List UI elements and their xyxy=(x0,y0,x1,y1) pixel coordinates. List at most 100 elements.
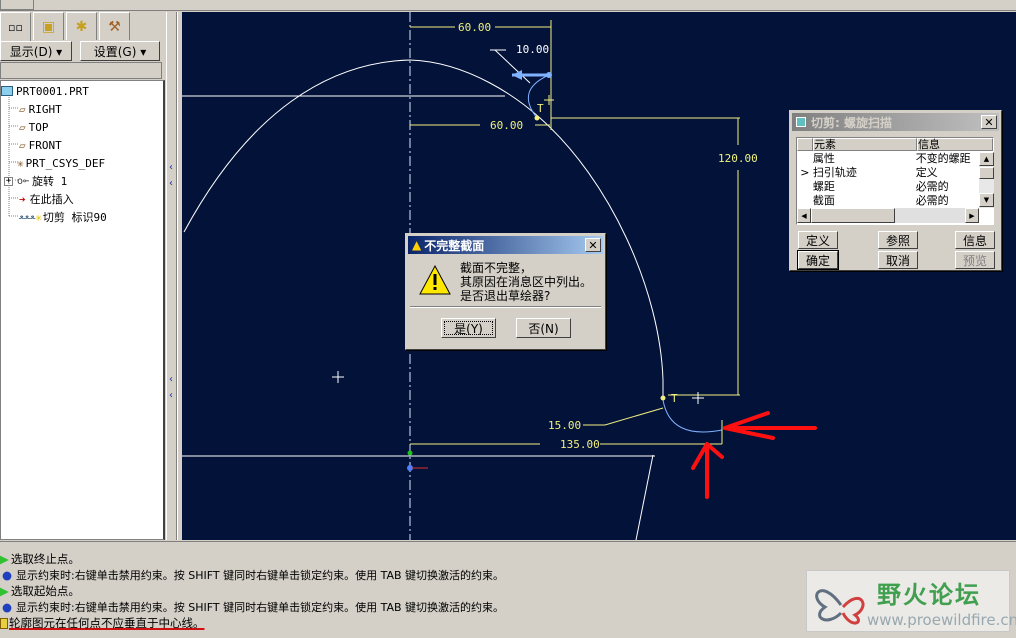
no-button[interactable]: 否(N) xyxy=(516,318,571,338)
helical-cut-icon: ﻌﻌﻌ xyxy=(19,212,36,222)
dim-60[interactable]: 60.00 xyxy=(490,119,523,132)
feature-icon xyxy=(796,117,806,127)
tools-icon: ⚒ xyxy=(108,18,121,35)
tab-tools[interactable]: ⚒ xyxy=(99,12,130,40)
element-row[interactable]: > 扫引轨迹 定义 xyxy=(797,166,977,180)
tree-item-top[interactable]: ▱ TOP xyxy=(19,118,49,136)
tree-item-label: PRT0001.PRT xyxy=(16,84,89,98)
butterfly-logo-icon xyxy=(815,589,865,625)
red-annotation-arrows xyxy=(691,411,817,499)
define-button[interactable]: 定义 xyxy=(798,231,838,249)
element-row[interactable]: 属性 不变的螺距 xyxy=(797,152,977,166)
current-marker xyxy=(797,194,813,208)
watermark-logo: 野火论坛 www.proewildfire.cn xyxy=(806,570,1016,632)
prompt-arrow-icon: ▶ xyxy=(0,552,9,566)
column-header-info[interactable]: 信息 xyxy=(917,138,993,151)
tree-item-right[interactable]: ▱ RIGHT xyxy=(19,100,62,118)
yes-button[interactable]: 是(Y) xyxy=(441,318,496,338)
dim-135[interactable]: 135.00 xyxy=(560,438,600,451)
tab-model-tree[interactable]: ▫▫ xyxy=(0,12,31,42)
tree-item-label: 切剪 标识90 xyxy=(42,211,107,224)
watermark-url: www.proewildfire.cn xyxy=(867,611,1016,629)
panel-splitter[interactable]: ‹ ‹ ‹ ‹ xyxy=(166,12,182,540)
show-menu-button[interactable]: 显示(D) ▾ xyxy=(0,41,72,61)
settings-menu-button[interactable]: 设置(G) ▾ xyxy=(80,41,160,61)
tree-column-header xyxy=(0,62,162,79)
column-header-element[interactable]: 元素 xyxy=(813,138,917,151)
collapse-arrow-icon[interactable]: ‹ xyxy=(169,390,173,401)
helical-sweep-dialog: 切剪: 螺旋扫描 ✕ 元素 信息 属性 不变的螺距 > 扫引轨迹 定义 螺距 必需的 截面 必需… xyxy=(789,110,1002,271)
message-line: ● 显示约束时:右键单击禁用约束。按 SHIFT 键同时右键单击锁定约束。使用 T… xyxy=(0,567,504,583)
collapse-arrow-icon[interactable]: ‹ xyxy=(169,178,173,189)
dialog-title: 切剪: 螺旋扫描 xyxy=(811,115,892,130)
tree-item-csys[interactable]: ✳ PRT_CSYS_DEF xyxy=(17,154,105,172)
tab-favorites[interactable]: ✱ xyxy=(66,12,97,40)
incomplete-section-dialog: ▲ 不完整截面 ✕ 截面不完整， 其原因在消息区中列出。 是否退出草绘器? 是(Y… xyxy=(405,233,606,350)
warning-icon xyxy=(419,264,451,295)
datum-plane-icon: ▱ xyxy=(19,120,26,134)
collapse-arrow-icon[interactable]: ‹ xyxy=(169,374,173,385)
element-info: 不变的螺距 xyxy=(915,152,971,165)
close-button[interactable]: ✕ xyxy=(585,238,601,252)
message-text: 显示约束时:右键单击禁用约束。按 SHIFT 键同时右键单击锁定约束。使用 TA… xyxy=(16,569,505,582)
cancel-button[interactable]: 取消 xyxy=(878,251,918,269)
tree-item-label: FRONT xyxy=(28,138,62,152)
arrow-head xyxy=(512,70,522,80)
message-line: 轮廓图元在任何点不应垂直于中心线。 xyxy=(0,615,205,631)
tree-item-part[interactable]: PRT0001.PRT xyxy=(1,82,89,100)
element-name: 属性 xyxy=(812,152,835,165)
dim-15[interactable]: 15.00 xyxy=(548,419,581,432)
message-line: ● 显示约束时:右键单击禁用约束。按 SHIFT 键同时右键单击锁定约束。使用 T… xyxy=(0,599,504,615)
element-row[interactable]: 截面 必需的 xyxy=(797,194,977,208)
info-dot-icon: ● xyxy=(2,600,13,614)
references-button[interactable]: 参照 xyxy=(878,231,918,249)
csys-icon: ✳ xyxy=(17,156,24,170)
preview-button[interactable]: 预览 xyxy=(955,251,995,269)
element-info: 必需的 xyxy=(915,180,949,193)
warning-icon: ▲ xyxy=(412,238,422,252)
tangent-mark: T xyxy=(671,392,678,405)
dialog-titlebar: ▲ 不完整截面 xyxy=(408,236,603,254)
info-button[interactable]: 信息 xyxy=(955,231,995,249)
tab-layers[interactable]: ▣ xyxy=(33,12,64,40)
current-marker xyxy=(797,152,813,166)
element-info: 定义 xyxy=(915,166,938,179)
message-line: 截面不完整， xyxy=(460,261,533,275)
message-text: 显示约束时:右键单击禁用约束。按 SHIFT 键同时右键单击锁定约束。使用 TA… xyxy=(16,601,505,614)
vertical-scrollbar[interactable]: ▲ ▼ xyxy=(979,152,994,208)
elements-table: 元素 信息 属性 不变的螺距 > 扫引轨迹 定义 螺距 必需的 截面 必需的 ▲ ▼ ◀ ▶ xyxy=(796,137,994,225)
element-row[interactable]: 螺距 必需的 xyxy=(797,180,977,194)
tree-item-front[interactable]: ▱ FRONT xyxy=(19,136,62,154)
dialog-titlebar: 切剪: 螺旋扫描 xyxy=(792,113,999,131)
vertex-point[interactable] xyxy=(660,395,666,401)
folder-star-icon: ✱ xyxy=(75,18,88,35)
close-button[interactable]: ✕ xyxy=(981,115,997,129)
tree-item-label: RIGHT xyxy=(28,102,62,116)
dim-60-top[interactable]: 60.00 xyxy=(458,21,491,34)
tree-item-helical-cut[interactable]: ﻌﻌﻌ ✳ 切剪 标识90 xyxy=(19,208,107,226)
message-text: 轮廓图元在任何点不应垂直于中心线。 xyxy=(9,616,205,630)
top-strip xyxy=(0,0,1016,11)
message-text: 选取起始点。 xyxy=(10,584,80,598)
message-line: ▶ 选取起始点。 xyxy=(0,583,80,599)
dim-10[interactable]: 10.00 xyxy=(516,43,549,56)
message-text: 选取终止点。 xyxy=(10,552,80,566)
ok-button[interactable]: 确定 xyxy=(797,250,839,270)
top-tab[interactable] xyxy=(0,0,34,10)
layers-icon: ▣ xyxy=(41,18,56,35)
prompt-arrow-icon: ▶ xyxy=(0,584,9,598)
model-tree-icon: ▫▫ xyxy=(8,21,23,34)
dialog-title: 不完整截面 xyxy=(424,238,485,253)
part-icon xyxy=(1,86,13,96)
profile-line[interactable] xyxy=(635,454,654,540)
collapse-arrow-icon[interactable]: ‹ xyxy=(169,162,173,173)
dim-120[interactable]: 120.00 xyxy=(718,152,758,165)
model-tree: PRT0001.PRT ▱ RIGHT ▱ TOP ▱ FRONT ✳ PRT_CSYS… xyxy=(0,80,165,540)
horizontal-scrollbar[interactable]: ◀ ▶ xyxy=(797,208,979,223)
tree-item-revolve[interactable]: + o⟜ 旋转 1 xyxy=(4,172,67,190)
tree-item-insert-here[interactable]: ➔ 在此插入 xyxy=(19,190,74,208)
vertex-point[interactable] xyxy=(546,72,552,78)
expand-icon[interactable]: + xyxy=(4,176,13,186)
vertex-point[interactable] xyxy=(534,115,540,121)
revolve-icon: o⟜ xyxy=(17,175,30,187)
